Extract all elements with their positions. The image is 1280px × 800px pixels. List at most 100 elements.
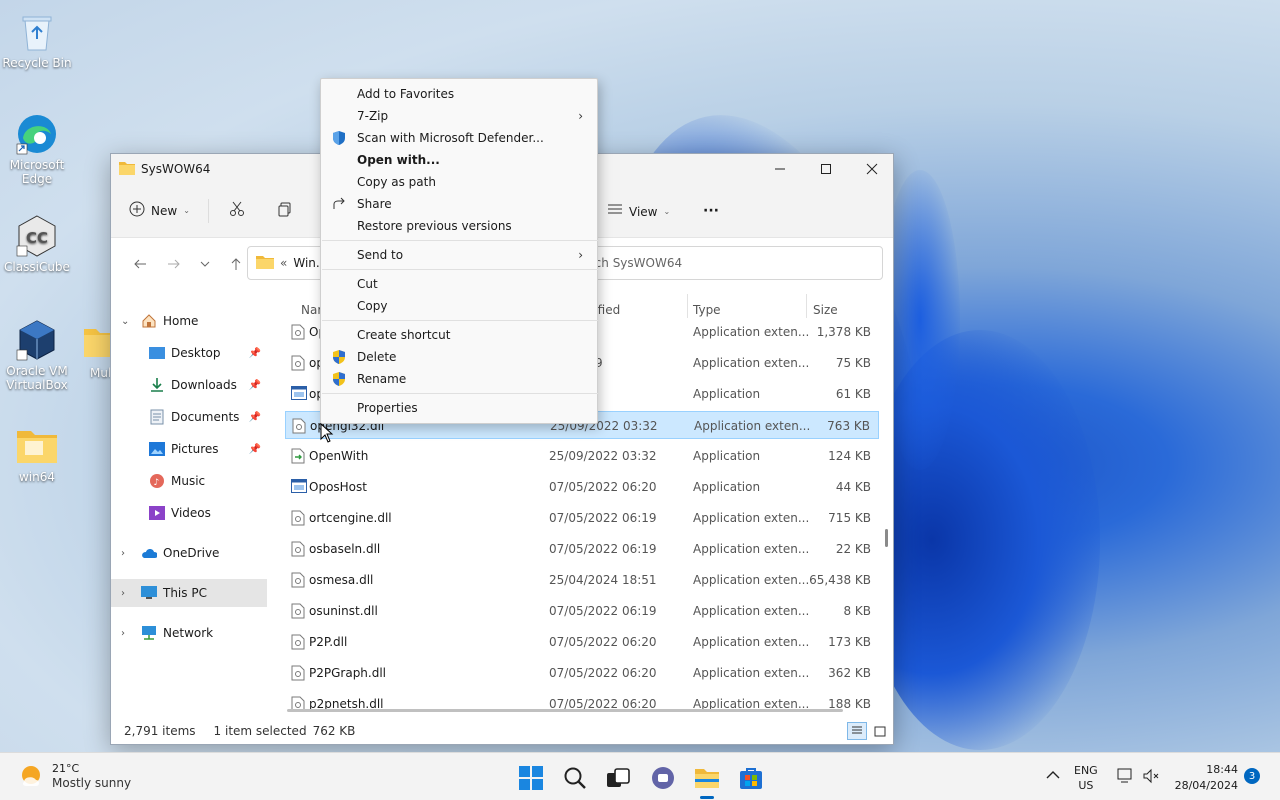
vertical-scrollbar[interactable] xyxy=(885,529,888,547)
file-date-modified: 07/05/2022 06:20 xyxy=(549,666,657,680)
task-view-button[interactable] xyxy=(605,765,631,791)
menu-item-properties[interactable]: Properties xyxy=(321,397,597,419)
sidebar-item-desktop[interactable]: Desktop 📌 xyxy=(111,339,267,367)
sidebar-item-documents[interactable]: Documents 📌 xyxy=(111,403,267,431)
clock[interactable]: 18:44 28/04/2024 xyxy=(1172,762,1238,794)
pin-icon[interactable]: 📌 xyxy=(249,444,261,455)
file-row[interactable]: P2P.dll 07/05/2022 06:20 Application exten… xyxy=(285,628,879,656)
notification-badge[interactable]: 3 xyxy=(1244,768,1260,784)
file-size: 22 KB xyxy=(835,542,871,556)
tiles-view-button[interactable] xyxy=(871,722,889,740)
file-row[interactable]: OposHost 07/05/2022 06:20 Application 44 KB xyxy=(285,473,879,501)
pin-icon[interactable]: 📌 xyxy=(249,380,261,391)
file-row[interactable]: osmesa.dll 25/04/2024 18:51 Application ex… xyxy=(285,566,879,594)
file-row[interactable]: osuninst.dll 07/05/2022 06:19 Application … xyxy=(285,597,879,625)
file-type: Application xyxy=(693,480,761,494)
pin-icon[interactable]: 📌 xyxy=(249,348,261,359)
desktop-icon-virtualbox[interactable]: Oracle VM VirtualBox xyxy=(1,318,73,392)
desktop-icon-edge[interactable]: Microsoft Edge xyxy=(1,112,73,186)
file-name: osuninst.dll xyxy=(309,604,378,618)
microsoft-store-button[interactable] xyxy=(738,765,764,791)
sidebar-item-this-pc[interactable]: › This PC xyxy=(111,579,267,607)
search-placeholder: rch SysWOW64 xyxy=(590,256,683,270)
plus-circle-icon xyxy=(129,201,145,220)
file-row[interactable]: OpenWith 25/09/2022 03:32 Application 124 K… xyxy=(285,442,879,470)
view-button[interactable]: View ⌄ xyxy=(607,203,670,220)
volume-muted-icon[interactable] xyxy=(1142,767,1160,788)
details-view-button[interactable] xyxy=(847,722,867,740)
chevron-down-icon[interactable]: ⌄ xyxy=(121,316,129,327)
chevron-right-icon[interactable]: › xyxy=(121,628,125,639)
new-button[interactable]: New ⌄ xyxy=(129,201,190,220)
file-row[interactable]: osbaseln.dll 07/05/2022 06:19 Application … xyxy=(285,535,879,563)
horizontal-scrollbar[interactable] xyxy=(287,709,843,712)
menu-item-rename[interactable]: Rename xyxy=(321,368,597,390)
sidebar-item-downloads[interactable]: Downloads 📌 xyxy=(111,371,267,399)
menu-item-scan-defender[interactable]: Scan with Microsoft Defender... xyxy=(321,127,597,149)
computer-icon xyxy=(141,585,157,601)
sidebar-item-network[interactable]: › Network xyxy=(111,619,267,647)
sidebar-item-videos[interactable]: Videos xyxy=(111,499,267,527)
sidebar-item-onedrive[interactable]: › OneDrive xyxy=(111,539,267,567)
menu-item-add-to-favorites[interactable]: Add to Favorites xyxy=(321,83,597,105)
active-app-indicator xyxy=(700,796,714,799)
file-explorer-taskbar-button[interactable] xyxy=(694,765,720,791)
new-label: New xyxy=(151,203,178,218)
list-view-icon xyxy=(607,203,623,220)
copy-button[interactable] xyxy=(277,201,293,220)
start-button[interactable] xyxy=(518,765,544,791)
search-input[interactable]: rch SysWOW64 xyxy=(577,246,883,280)
network-status-icon[interactable] xyxy=(1116,767,1134,788)
menu-item-open-with[interactable]: Open with... xyxy=(321,149,597,171)
menu-item-create-shortcut[interactable]: Create shortcut xyxy=(321,324,597,346)
menu-item-share[interactable]: Share xyxy=(321,193,597,215)
sidebar-item-music[interactable]: ♪ Music xyxy=(111,467,267,495)
maximize-button[interactable] xyxy=(803,154,849,184)
sidebar-item-home[interactable]: ⌄ Home xyxy=(111,307,267,335)
chevron-right-icon[interactable]: › xyxy=(121,548,125,559)
search-button[interactable] xyxy=(562,765,588,791)
desktop-icon-win64[interactable]: win64 xyxy=(1,424,73,484)
menu-item-7zip[interactable]: 7-Zip › xyxy=(321,105,597,127)
breadcrumb-overflow[interactable]: « xyxy=(280,256,287,270)
teams-chat-button[interactable] xyxy=(650,765,676,791)
chevron-right-icon[interactable]: › xyxy=(121,588,125,599)
more-options-button[interactable]: ··· xyxy=(703,203,719,219)
menu-item-label: Add to Favorites xyxy=(357,87,455,101)
language-indicator[interactable]: ENG US xyxy=(1074,763,1098,793)
close-button[interactable] xyxy=(849,154,895,184)
desktop-icon-recycle-bin[interactable]: Recycle Bin xyxy=(1,10,73,70)
file-row[interactable]: P2PGraph.dll 07/05/2022 06:20 Application … xyxy=(285,659,879,687)
context-menu: Add to Favorites 7-Zip › Scan with Micros… xyxy=(320,78,598,424)
menu-item-copy[interactable]: Copy xyxy=(321,295,597,317)
folder-icon xyxy=(256,255,274,272)
selection-info: 1 item selected xyxy=(213,724,307,738)
menu-item-label: Scan with Microsoft Defender... xyxy=(357,131,544,145)
menu-item-restore-previous-versions[interactable]: Restore previous versions xyxy=(321,215,597,237)
forward-button[interactable] xyxy=(157,249,191,279)
pin-icon[interactable]: 📌 xyxy=(249,412,261,423)
chevron-up-icon[interactable] xyxy=(1046,769,1060,783)
weather-widget[interactable]: 21°C Mostly sunny xyxy=(18,761,131,791)
file-type: Application exten... xyxy=(693,356,810,370)
back-button[interactable] xyxy=(123,249,157,279)
column-divider[interactable] xyxy=(687,294,688,318)
sidebar-item-label: Downloads xyxy=(171,378,237,392)
menu-item-send-to[interactable]: Send to › xyxy=(321,244,597,266)
menu-item-copy-as-path[interactable]: Copy as path xyxy=(321,171,597,193)
menu-item-delete[interactable]: Delete xyxy=(321,346,597,368)
file-row[interactable]: p2pnetsh.dll 07/05/2022 06:20 Application … xyxy=(285,690,879,711)
chevron-right-icon: › xyxy=(578,248,583,262)
desktop-icon-classicube[interactable]: CC ClassiCube xyxy=(1,214,73,274)
file-name: P2PGraph.dll xyxy=(309,666,387,680)
cut-button[interactable] xyxy=(229,201,245,220)
minimize-button[interactable] xyxy=(757,154,803,184)
toolbar-divider xyxy=(207,198,209,223)
sidebar-item-pictures[interactable]: Pictures 📌 xyxy=(111,435,267,463)
recent-locations-button[interactable] xyxy=(191,249,219,279)
edge-icon xyxy=(15,112,59,156)
menu-item-cut[interactable]: Cut xyxy=(321,273,597,295)
file-size: 65,438 KB xyxy=(809,573,871,587)
file-row[interactable]: ortcengine.dll 07/05/2022 06:19 Applicatio… xyxy=(285,504,879,532)
column-divider[interactable] xyxy=(806,294,807,318)
